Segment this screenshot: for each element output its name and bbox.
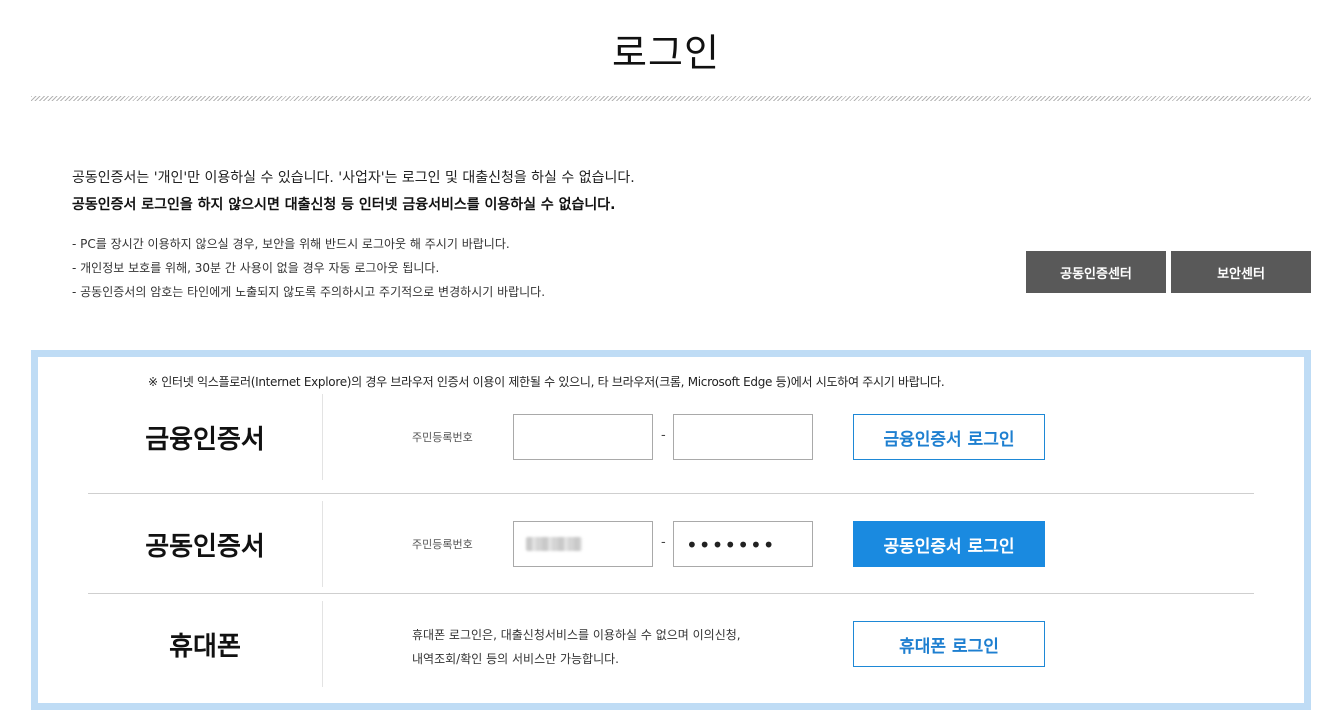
notice-item: - 공동인증서의 암호는 타인에게 노출되지 않도록 주의하시고 주기적으로 변… xyxy=(72,285,546,299)
rrn-label: 주민등록번호 xyxy=(412,538,473,551)
financial-rrn-back-input[interactable] xyxy=(673,414,813,460)
phone-desc-line: 휴대폰 로그인은, 대출신청서비스를 이용하실 수 없으며 이의신청, xyxy=(412,628,741,642)
blurred-value xyxy=(526,537,582,551)
security-center-button[interactable]: 보안센터 xyxy=(1171,251,1311,293)
phone-label: 휴대폰 xyxy=(88,601,323,687)
rrn-separator: - xyxy=(661,535,666,550)
masked-password: ••••••• xyxy=(686,533,776,557)
row-divider xyxy=(88,493,1254,494)
rrn-separator: - xyxy=(661,428,666,443)
joint-cert-label: 공동인증서 xyxy=(88,501,323,587)
joint-rrn-front-input[interactable] xyxy=(513,521,653,567)
joint-rrn-back-input[interactable]: ••••••• xyxy=(673,521,813,567)
financial-cert-label: 금융인증서 xyxy=(88,394,323,480)
page-title: 로그인 xyxy=(612,31,720,75)
notice-list: - PC를 장시간 이용하지 않으실 경우, 보안을 위해 반드시 로그아웃 해… xyxy=(72,236,545,308)
financial-cert-row: 금융인증서 주민등록번호 - 금융인증서 로그인 xyxy=(88,394,1254,490)
rrn-label: 주민등록번호 xyxy=(412,431,473,444)
notice-main-text: 공동인증서는 '개인'만 이용하실 수 있습니다. '사업자'는 로그인 및 대… xyxy=(72,170,635,186)
notice-item: - PC를 장시간 이용하지 않으실 경우, 보안을 위해 반드시 로그아웃 해… xyxy=(72,237,510,251)
notice-item: - 개인정보 보호를 위해, 30분 간 사용이 없을 경우 자동 로그아웃 됩… xyxy=(72,261,440,275)
ie-notice: ※ 인터넷 익스플로러(Internet Explore)의 경우 브라우저 인… xyxy=(148,375,945,389)
notice-bold-text: 공동인증서 로그인을 하지 않으시면 대출신청 등 인터넷 금융서비스를 이용하… xyxy=(72,197,616,213)
phone-description: 휴대폰 로그인은, 대출신청서비스를 이용하실 수 없으며 이의신청, 내역조회… xyxy=(412,623,832,671)
financial-rrn-front-input[interactable] xyxy=(513,414,653,460)
joint-cert-row: 공동인증서 주민등록번호 - ••••••• 공동인증서 로그인 xyxy=(88,501,1254,597)
phone-login-button[interactable]: 휴대폰 로그인 xyxy=(853,621,1045,667)
phone-desc-line: 내역조회/확인 등의 서비스만 가능합니다. xyxy=(412,652,619,666)
login-box: ※ 인터넷 익스플로러(Internet Explore)의 경우 브라우저 인… xyxy=(31,350,1311,710)
joint-cert-login-button[interactable]: 공동인증서 로그인 xyxy=(853,521,1045,567)
cert-center-button[interactable]: 공동인증센터 xyxy=(1026,251,1166,293)
financial-cert-login-button[interactable]: 금융인증서 로그인 xyxy=(853,414,1045,460)
phone-row: 휴대폰 휴대폰 로그인은, 대출신청서비스를 이용하실 수 없으며 이의신청, … xyxy=(88,601,1254,697)
title-divider xyxy=(31,96,1311,101)
row-divider xyxy=(88,593,1254,594)
